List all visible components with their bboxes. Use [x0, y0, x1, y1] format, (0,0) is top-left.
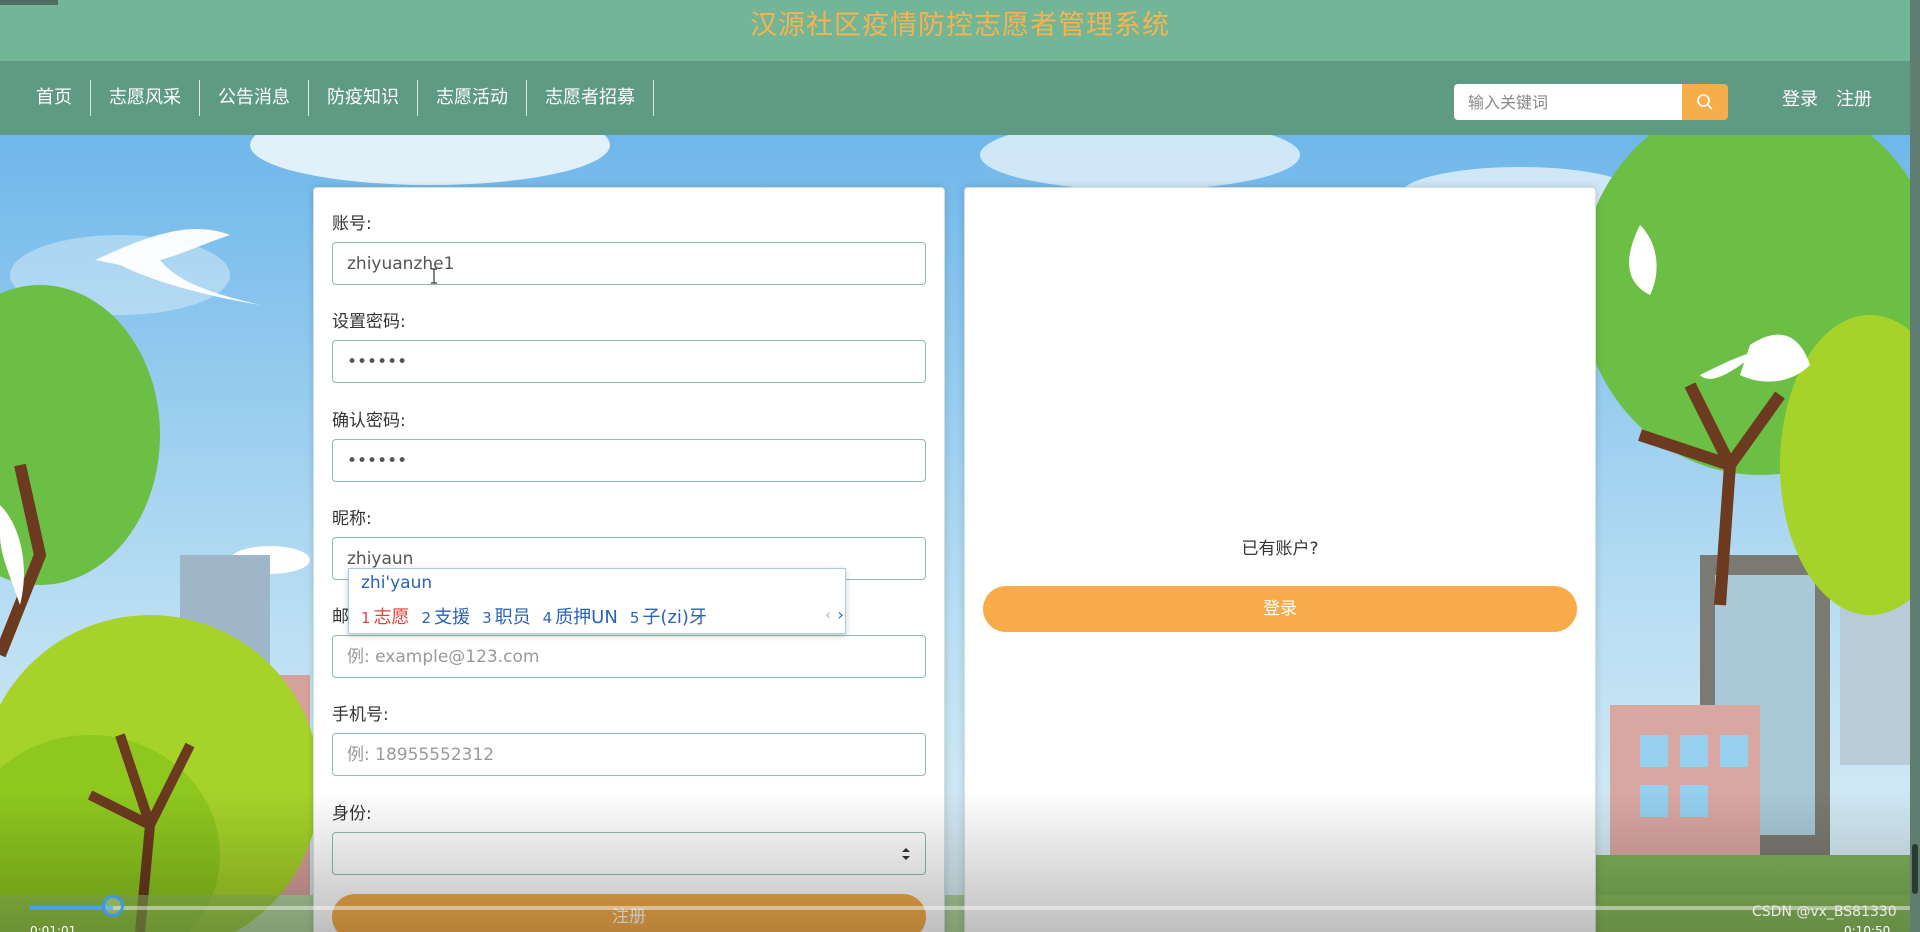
register-link[interactable]: 注册: [1836, 85, 1872, 111]
video-progress-track[interactable]: [30, 906, 1910, 910]
login-info-card: 已有账户? 登录: [964, 187, 1596, 932]
role-label: 身份:: [332, 804, 372, 824]
nav-item-volunteer-showcase[interactable]: 志愿风采: [91, 80, 200, 116]
login-link[interactable]: 登录: [1782, 85, 1818, 111]
phone-input[interactable]: [332, 733, 926, 776]
email-label: 邮: [332, 607, 349, 627]
search-box: [1454, 84, 1728, 120]
nav-item-volunteer-activities[interactable]: 志愿活动: [418, 80, 527, 116]
park-scene-illustration: [0, 135, 1910, 932]
video-progress-fill: [30, 906, 113, 910]
ime-candidate[interactable]: 3 职员: [482, 603, 531, 629]
nav-item-announcements[interactable]: 公告消息: [200, 80, 309, 116]
search-icon: [1697, 94, 1713, 110]
ime-candidate[interactable]: 1 志愿: [361, 603, 410, 629]
ime-candidate-number: 5: [629, 609, 640, 627]
register-form-card: 账号: 设置密码: 确认密码: 昵称: 邮 手机号: 身份: 注册: [313, 187, 945, 932]
ime-prev-page[interactable]: ‹: [825, 605, 831, 624]
site-title: 汉源社区疫情防控志愿者管理系统: [750, 10, 1170, 41]
page-scrollbar[interactable]: [1910, 0, 1920, 932]
ime-candidate-text: 质押UN: [555, 607, 618, 628]
main-nav: 首页 志愿风采 公告消息 防疫知识 志愿活动 志愿者招募: [18, 61, 654, 135]
ime-candidate-number: 3: [482, 609, 492, 627]
account-label: 账号:: [332, 214, 372, 234]
ime-candidate-list: 1 志愿 2 支援 3 职员 4 质押UN 5 子(zi)牙: [361, 603, 707, 629]
login-button[interactable]: 登录: [983, 586, 1577, 632]
role-select[interactable]: [332, 832, 926, 875]
video-total-time: 0:10:50: [1844, 924, 1891, 932]
ime-candidate-number: 4: [542, 609, 553, 627]
select-arrows-icon: [902, 848, 910, 860]
search-button[interactable]: [1682, 84, 1728, 120]
ime-candidate[interactable]: 5 子(zi)牙: [630, 603, 707, 629]
password-label: 设置密码:: [332, 312, 406, 332]
account-input[interactable]: [332, 242, 926, 285]
video-current-time: 0:01:01: [30, 924, 77, 932]
register-submit-button[interactable]: 注册: [332, 894, 926, 932]
ime-candidate-text: 子(zi)牙: [642, 607, 707, 628]
ime-page-nav: ‹ ›: [825, 605, 844, 624]
nav-item-prevention-knowledge[interactable]: 防疫知识: [309, 80, 418, 116]
ime-composition: zhi'yaun: [361, 573, 433, 593]
ime-candidate-text: 职员: [494, 607, 531, 628]
nickname-label: 昵称:: [332, 509, 372, 529]
nav-item-volunteer-recruitment[interactable]: 志愿者招募: [527, 80, 654, 116]
ime-next-page[interactable]: ›: [837, 605, 843, 624]
video-progress-handle[interactable]: [102, 895, 124, 917]
ime-candidate-popup: zhi'yaun 1 志愿 2 支援 3 职员 4 质押UN 5 子(zi)牙 ‹ ›: [348, 568, 846, 634]
nav-bar: 首页 志愿风采 公告消息 防疫知识 志愿活动 志愿者招募 登录 注册: [0, 61, 1910, 135]
nav-item-home[interactable]: 首页: [18, 80, 91, 116]
phone-label: 手机号:: [332, 705, 389, 725]
text-cursor-icon: [431, 268, 437, 284]
email-input[interactable]: [332, 635, 926, 678]
background-illustration: [0, 135, 1910, 932]
scrollbar-thumb[interactable]: [1912, 844, 1918, 894]
ime-candidate[interactable]: 4 质押UN: [543, 603, 618, 629]
ime-candidate-text: 支援: [434, 607, 471, 628]
ime-candidate-text: 志愿: [373, 607, 410, 628]
watermark: CSDN @vx_BS81330: [1752, 904, 1897, 920]
ime-candidate-number: 1: [361, 609, 371, 627]
ime-candidate-number: 2: [421, 609, 432, 627]
auth-links: 登录 注册: [1782, 61, 1872, 135]
ime-candidate[interactable]: 2 支援: [422, 603, 471, 629]
confirm-password-input[interactable]: [332, 439, 926, 482]
password-input[interactable]: [332, 340, 926, 383]
search-input[interactable]: [1454, 84, 1682, 120]
title-bar: 汉源社区疫情防控志愿者管理系统: [0, 0, 1920, 61]
have-account-text: 已有账户?: [1241, 539, 1319, 559]
confirm-password-label: 确认密码:: [332, 411, 406, 431]
